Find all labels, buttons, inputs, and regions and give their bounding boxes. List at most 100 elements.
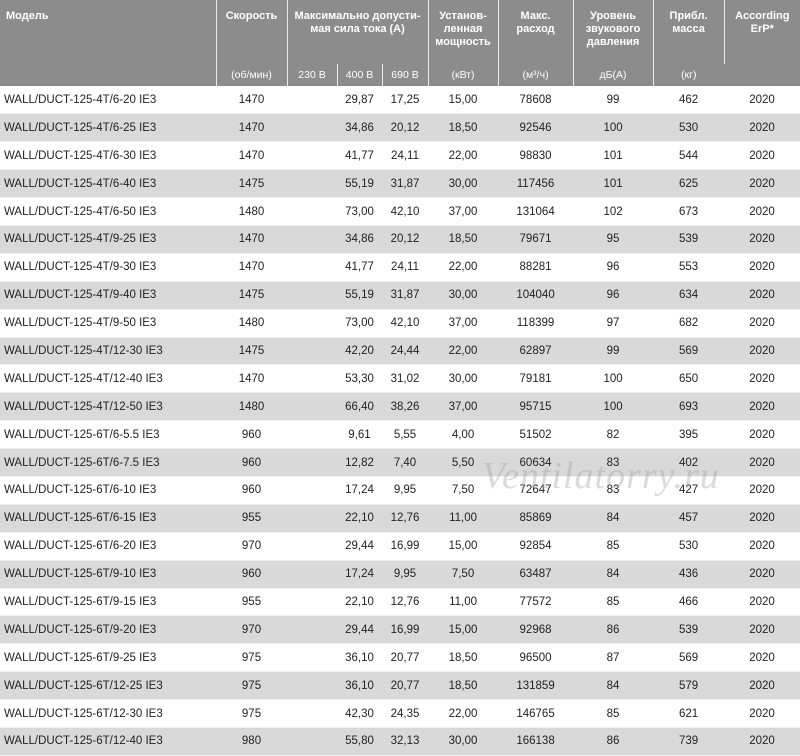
- cell-current-230v: [287, 532, 337, 561]
- cell-current-400v: 42,30: [337, 699, 382, 728]
- header-current: Максимально допусти-мая сила тока (А): [287, 0, 429, 64]
- cell-model: WALL/DUCT-125-6T/6-20 IE3: [0, 532, 216, 561]
- cell-model: WALL/DUCT-125-4T/9-25 IE3: [0, 225, 216, 254]
- cell-power: 30,00: [428, 727, 499, 756]
- table-row: WALL/DUCT-125-6T/6-15 IE3 955 22,10 12,76 11…: [0, 504, 800, 533]
- cell-speed: 960: [216, 476, 287, 505]
- cell-current-690v: 16,99: [382, 615, 429, 645]
- cell-model: WALL/DUCT-125-4T/12-30 IE3: [0, 337, 216, 366]
- cell-noise: 101: [573, 169, 654, 199]
- cell-current-690v: 24,44: [382, 337, 429, 366]
- cell-speed: 970: [216, 615, 287, 645]
- cell-erp: 2020: [724, 448, 800, 477]
- unit-flow: (м³/ч): [498, 64, 574, 86]
- cell-current-230v: [287, 281, 337, 310]
- cell-power: 30,00: [428, 281, 499, 310]
- cell-mass: 402: [653, 448, 725, 477]
- cell-model: WALL/DUCT-125-6T/12-25 IE3: [0, 671, 216, 701]
- cell-speed: 1470: [216, 253, 287, 282]
- cell-erp: 2020: [724, 588, 800, 617]
- cell-current-690v: 31,02: [382, 364, 429, 394]
- cell-model: WALL/DUCT-125-4T/6-40 IE3: [0, 169, 216, 199]
- cell-power: 18,50: [428, 643, 499, 673]
- cell-current-690v: 38,26: [382, 392, 429, 422]
- cell-current-400v: 41,77: [337, 141, 382, 171]
- cell-current-230v: [287, 309, 337, 338]
- cell-mass: 539: [653, 615, 725, 645]
- cell-model: WALL/DUCT-125-6T/12-30 IE3: [0, 699, 216, 728]
- cell-mass: 673: [653, 197, 725, 226]
- cell-current-690v: 12,76: [382, 504, 429, 533]
- cell-speed: 1470: [216, 364, 287, 394]
- cell-power: 22,00: [428, 699, 499, 728]
- table-row: WALL/DUCT-125-4T/9-30 IE3 1470 41,77 24,11 2…: [0, 253, 800, 282]
- cell-mass: 436: [653, 560, 725, 589]
- cell-noise: 102: [573, 197, 654, 226]
- table-row: WALL/DUCT-125-6T/12-30 IE3 975 42,30 24,35 2…: [0, 699, 800, 728]
- cell-current-690v: 20,12: [382, 113, 429, 143]
- cell-current-230v: [287, 86, 337, 115]
- cell-current-230v: [287, 113, 337, 143]
- cell-current-230v: [287, 197, 337, 226]
- unit-noise: дБ(А): [573, 64, 654, 86]
- cell-flow: 62897: [498, 337, 574, 366]
- cell-erp: 2020: [724, 253, 800, 282]
- table-row: WALL/DUCT-125-4T/6-40 IE3 1475 55,19 31,87 3…: [0, 169, 800, 199]
- table-row: WALL/DUCT-125-6T/9-10 IE3 960 17,24 9,95 7,5…: [0, 560, 800, 589]
- cell-model: WALL/DUCT-125-6T/6-5.5 IE3: [0, 420, 216, 450]
- cell-current-400v: 66,40: [337, 392, 382, 422]
- table-row: WALL/DUCT-125-6T/6-5.5 IE3 960 9,61 5,55 4,0…: [0, 420, 800, 450]
- cell-flow: 79181: [498, 364, 574, 394]
- cell-current-400v: 55,19: [337, 169, 382, 199]
- cell-noise: 99: [573, 337, 654, 366]
- cell-flow: 85869: [498, 504, 574, 533]
- cell-noise: 83: [573, 448, 654, 477]
- cell-model: WALL/DUCT-125-4T/6-30 IE3: [0, 141, 216, 171]
- cell-current-400v: 53,30: [337, 364, 382, 394]
- cell-current-230v: [287, 727, 337, 756]
- cell-noise: 100: [573, 113, 654, 143]
- cell-flow: 63487: [498, 560, 574, 589]
- cell-current-690v: 24,11: [382, 253, 429, 282]
- table-row: WALL/DUCT-125-4T/12-40 IE3 1470 53,30 31,02…: [0, 364, 800, 394]
- unit-690v: 690 В: [382, 64, 429, 86]
- table-row: WALL/DUCT-125-4T/9-40 IE3 1475 55,19 31,87 3…: [0, 281, 800, 310]
- cell-power: 22,00: [428, 141, 499, 171]
- cell-noise: 100: [573, 364, 654, 394]
- cell-current-400v: 36,10: [337, 643, 382, 673]
- cell-erp: 2020: [724, 86, 800, 115]
- table-row: WALL/DUCT-125-4T/12-50 IE3 1480 66,40 38,26…: [0, 392, 800, 422]
- unit-mass: (кг): [653, 64, 725, 86]
- header-power: Установ-ленная мощность: [428, 0, 499, 64]
- cell-noise: 100: [573, 392, 654, 422]
- cell-power: 22,00: [428, 253, 499, 282]
- table-row: WALL/DUCT-125-6T/12-25 IE3 975 36,10 20,77 1…: [0, 671, 800, 701]
- cell-current-690v: 31,87: [382, 281, 429, 310]
- cell-speed: 1480: [216, 392, 287, 422]
- cell-model: WALL/DUCT-125-6T/9-15 IE3: [0, 588, 216, 617]
- cell-erp: 2020: [724, 392, 800, 422]
- cell-noise: 99: [573, 86, 654, 115]
- cell-power: 37,00: [428, 197, 499, 226]
- cell-erp: 2020: [724, 225, 800, 254]
- cell-current-690v: 5,55: [382, 420, 429, 450]
- table-body: WALL/DUCT-125-4T/6-20 IE3 1470 29,87 17,25 1…: [0, 86, 800, 756]
- cell-current-400v: 22,10: [337, 588, 382, 617]
- cell-power: 18,50: [428, 113, 499, 143]
- table-row: WALL/DUCT-125-6T/6-20 IE3 970 29,44 16,99 15…: [0, 532, 800, 561]
- cell-power: 37,00: [428, 392, 499, 422]
- cell-mass: 625: [653, 169, 725, 199]
- cell-flow: 88281: [498, 253, 574, 282]
- cell-erp: 2020: [724, 337, 800, 366]
- cell-noise: 84: [573, 671, 654, 701]
- cell-mass: 569: [653, 337, 725, 366]
- cell-current-400v: 12,82: [337, 448, 382, 477]
- cell-current-400v: 17,24: [337, 476, 382, 505]
- cell-speed: 1470: [216, 141, 287, 171]
- cell-current-690v: 20,77: [382, 643, 429, 673]
- cell-power: 30,00: [428, 364, 499, 394]
- cell-current-690v: 20,77: [382, 671, 429, 701]
- cell-current-400v: 42,20: [337, 337, 382, 366]
- cell-noise: 86: [573, 615, 654, 645]
- cell-power: 22,00: [428, 337, 499, 366]
